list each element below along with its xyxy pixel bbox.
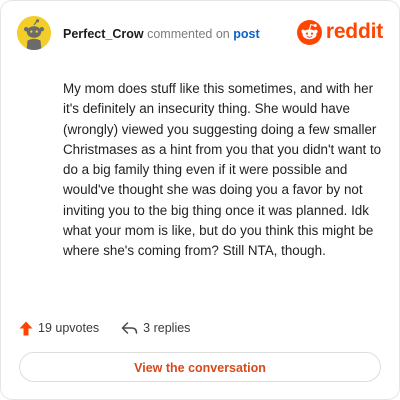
post-link[interactable]: post [233, 27, 259, 41]
reddit-logo-icon [296, 19, 322, 45]
comment-byline: Perfect_Crow commented on post [63, 26, 260, 42]
upvote-stat[interactable]: 19 upvotes [19, 321, 99, 336]
upvote-arrow-icon [19, 321, 33, 335]
comment-body: My mom does stuff like this sometimes, a… [63, 81, 382, 259]
comment-header: Perfect_Crow commented on post reddit [17, 16, 383, 52]
reply-count: 3 replies [143, 321, 191, 335]
comment-footer: 19 upvotes 3 replies [19, 318, 190, 338]
action-text: commented on [147, 27, 230, 41]
reddit-brand[interactable]: reddit [296, 19, 383, 45]
user-avatar[interactable] [17, 16, 51, 50]
reply-arrow-icon [121, 322, 138, 334]
comment-embed-card: Perfect_Crow commented on post reddit My… [0, 0, 400, 400]
author-username[interactable]: Perfect_Crow [63, 27, 144, 41]
snoo-avatar-icon [17, 16, 51, 50]
reddit-wordmark: reddit [325, 20, 383, 43]
reply-stat[interactable]: 3 replies [121, 321, 190, 335]
view-conversation-button[interactable]: View the conversation [19, 352, 381, 382]
upvote-count: 19 upvotes [38, 321, 100, 335]
